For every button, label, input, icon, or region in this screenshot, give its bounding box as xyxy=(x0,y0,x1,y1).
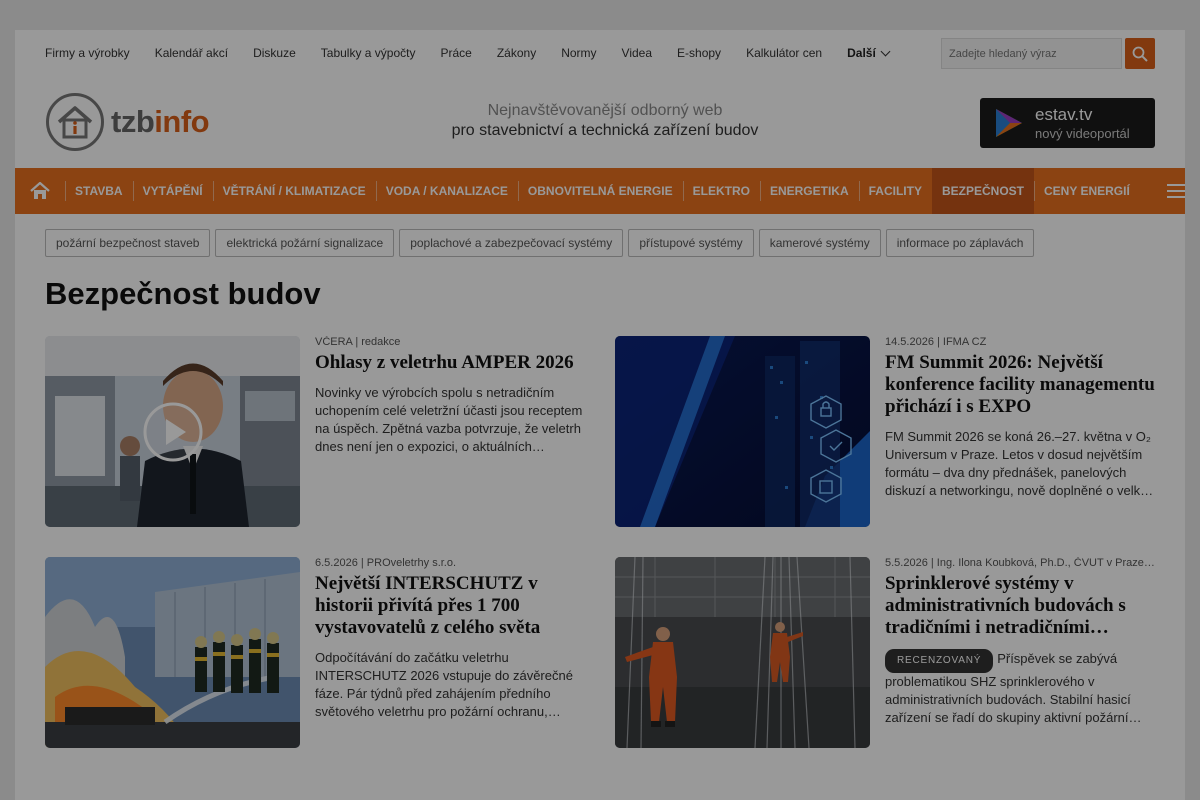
estav-banner[interactable]: estav.tv nový videoportál xyxy=(980,98,1155,148)
tagline-line1: Nejnavštěvovanější odborný web xyxy=(487,102,723,119)
tag-poplachove[interactable]: poplachové a zabezpečovací systémy xyxy=(399,229,624,257)
chevron-down-icon xyxy=(880,46,891,56)
estav-subtitle: nový videoportál xyxy=(1035,126,1130,141)
nav-item-vetrani[interactable]: VĚTRÁNÍ / KLIMATIZACE xyxy=(212,168,376,214)
top-link-kalendar[interactable]: Kalendář akcí xyxy=(155,46,228,60)
page: Firmy a výrobky Kalendář akcí Diskuze Ta… xyxy=(15,30,1185,800)
nav-item-elektro[interactable]: ELEKTRO xyxy=(682,168,760,214)
article-body: VČERA | redakce Ohlasy z veletrhu AMPER … xyxy=(315,336,585,456)
house-logo-icon xyxy=(46,93,104,151)
article-thumbnail[interactable] xyxy=(615,557,870,748)
menu-icon[interactable] xyxy=(1155,168,1185,214)
article-meta: VČERA | redakce xyxy=(315,336,401,348)
logo-text: tzbinfo xyxy=(111,104,210,140)
estav-title: estav.tv xyxy=(1035,105,1093,124)
tag-kamerove[interactable]: kamerové systémy xyxy=(758,229,881,257)
logo-text-info: info xyxy=(154,104,210,139)
top-link-eshopy[interactable]: E-shopy xyxy=(677,46,721,60)
logo-text-tzb: tzb xyxy=(111,104,155,139)
article-body: 6.5.2026 | PROveletrhy s.r.o. Největší I… xyxy=(315,557,585,721)
top-link-prace[interactable]: Práce xyxy=(440,46,471,60)
article-card: 14.5.2026 | IFMA CZ FM Summit 2026: Nejv… xyxy=(615,336,1155,528)
article-perex: FM Summit 2026 se koná 26.–27. května v … xyxy=(885,429,1154,498)
top-link-firmy[interactable]: Firmy a výrobky xyxy=(45,46,130,60)
top-more-dropdown[interactable]: Další xyxy=(847,46,891,60)
play-logo-icon xyxy=(996,109,1022,137)
top-link-kalkulator[interactable]: Kalkulátor cen xyxy=(746,46,822,60)
tagline: Nejnavštěvovanější odborný web pro stave… xyxy=(395,102,815,140)
search-icon xyxy=(1132,46,1148,62)
thumbnail-image xyxy=(615,557,870,748)
tag-zaplavy[interactable]: informace po záplavách xyxy=(885,229,1035,257)
nav-item-energetika[interactable]: ENERGETIKA xyxy=(759,168,859,214)
article-title[interactable]: FM Summit 2026: Největší konference faci… xyxy=(885,352,1155,418)
nav-item-bezpecnost[interactable]: BEZPEČNOST xyxy=(931,168,1034,214)
home-icon xyxy=(30,182,50,199)
top-bar: Firmy a výrobky Kalendář akcí Diskuze Ta… xyxy=(45,30,1155,76)
tag-pozarni-bezpecnost[interactable]: požární bezpečnost staveb xyxy=(45,229,211,257)
page-title: Bezpečnost budov xyxy=(45,276,321,311)
play-button-icon xyxy=(143,402,203,462)
reviewed-badge: RECENZOVANÝ xyxy=(885,649,994,673)
header: tzbinfo Nejnavštěvovanější odborný web p… xyxy=(45,92,1155,154)
search-form xyxy=(941,38,1155,69)
article-title[interactable]: Největší INTERSCHUTZ v historii přivítá … xyxy=(315,573,585,639)
top-link-diskuze[interactable]: Diskuze xyxy=(253,46,296,60)
site-logo[interactable]: tzbinfo xyxy=(45,92,210,152)
tagline-line2: pro stavebnictví a technická zařízení bu… xyxy=(451,122,759,139)
article-body: 14.5.2026 | IFMA CZ FM Summit 2026: Nejv… xyxy=(885,336,1155,500)
article-title[interactable]: Ohlasy z veletrhu AMPER 2026 xyxy=(315,352,585,374)
nav-item-stavba[interactable]: STAVBA xyxy=(65,168,133,214)
thumbnail-image xyxy=(45,557,300,748)
article-meta: 5.5.2026 | Ing. Ilona Koubková, Ph.D., Č… xyxy=(885,557,1155,569)
article-thumbnail[interactable] xyxy=(45,557,300,748)
top-link-normy[interactable]: Normy xyxy=(561,46,596,60)
top-more-label: Další xyxy=(847,46,876,60)
nav-item-vytapeni[interactable]: VYTÁPĚNÍ xyxy=(132,168,213,214)
top-link-tabulky[interactable]: Tabulky a výpočty xyxy=(321,46,416,60)
search-button[interactable] xyxy=(1125,38,1155,69)
article-thumbnail[interactable] xyxy=(615,336,870,527)
article-card: VČERA | redakce Ohlasy z veletrhu AMPER … xyxy=(45,336,585,528)
nav-item-facility[interactable]: FACILITY xyxy=(858,168,932,214)
search-input[interactable] xyxy=(941,38,1122,69)
article-meta: 6.5.2026 | PROveletrhy s.r.o. xyxy=(315,557,457,569)
tag-eps[interactable]: elektrická požární signalizace xyxy=(215,229,395,257)
main-nav: STAVBA VYTÁPĚNÍ VĚTRÁNÍ / KLIMATIZACE VO… xyxy=(15,168,1185,214)
top-link-videa[interactable]: Videa xyxy=(622,46,652,60)
article-title[interactable]: Sprinklerové systémy v administrativních… xyxy=(885,573,1155,639)
article-meta: 14.5.2026 | IFMA CZ xyxy=(885,336,987,348)
article-perex: Novinky ve výrobcích spolu s netradičním… xyxy=(315,385,583,454)
home-button[interactable] xyxy=(15,168,65,214)
tag-list: požární bezpečnost staveb elektrická pož… xyxy=(45,229,1039,257)
article-card: 6.5.2026 | PROveletrhy s.r.o. Největší I… xyxy=(45,557,585,749)
article-perex: Odpočítávání do začátku veletrhu INTERSC… xyxy=(315,650,573,719)
nav-item-voda[interactable]: VODA / KANALIZACE xyxy=(375,168,518,214)
thumbnail-image xyxy=(615,336,870,527)
nav-item-ceny-energii[interactable]: CENY ENERGIÍ xyxy=(1034,168,1140,214)
nav-item-obnovitelna[interactable]: OBNOVITELNÁ ENERGIE xyxy=(517,168,683,214)
article-perex: RECENZOVANÝ Příspěvek se zabývá problemat… xyxy=(885,649,1155,727)
top-link-zakony[interactable]: Zákony xyxy=(497,46,536,60)
top-links: Firmy a výrobky Kalendář akcí Diskuze Ta… xyxy=(45,46,914,60)
article-card: 5.5.2026 | Ing. Ilona Koubková, Ph.D., Č… xyxy=(615,557,1155,749)
article-body: 5.5.2026 | Ing. Ilona Koubková, Ph.D., Č… xyxy=(885,557,1155,727)
tag-pristupove[interactable]: přístupové systémy xyxy=(628,229,754,257)
article-thumbnail-video[interactable] xyxy=(45,336,300,527)
